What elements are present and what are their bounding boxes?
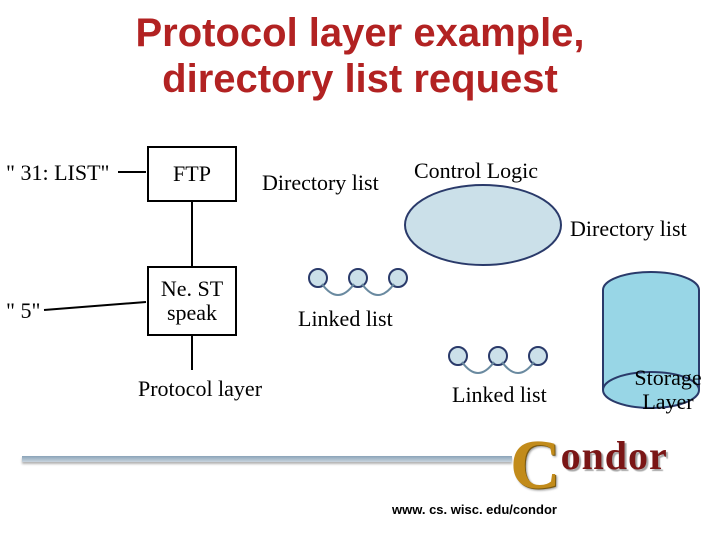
- divider-bar: [22, 456, 512, 462]
- condor-logo: Condor: [510, 420, 668, 500]
- control-logic-ellipse: [398, 180, 568, 270]
- label-protocol-layer: Protocol layer: [138, 376, 262, 402]
- footer-url: www. cs. wisc. edu/condor: [392, 502, 557, 517]
- storage-layer-text: Storage Layer: [634, 365, 701, 414]
- label-linked-list-lower: Linked list: [452, 382, 547, 408]
- logo-rest: ondor: [561, 433, 668, 478]
- label-linked-list-upper: Linked list: [298, 306, 393, 332]
- logo-c: C: [510, 426, 561, 506]
- label-directory-list-top: Directory list: [262, 170, 379, 196]
- label-directory-list-right: Directory list: [570, 216, 687, 242]
- label-storage-layer: Storage Layer: [616, 366, 720, 414]
